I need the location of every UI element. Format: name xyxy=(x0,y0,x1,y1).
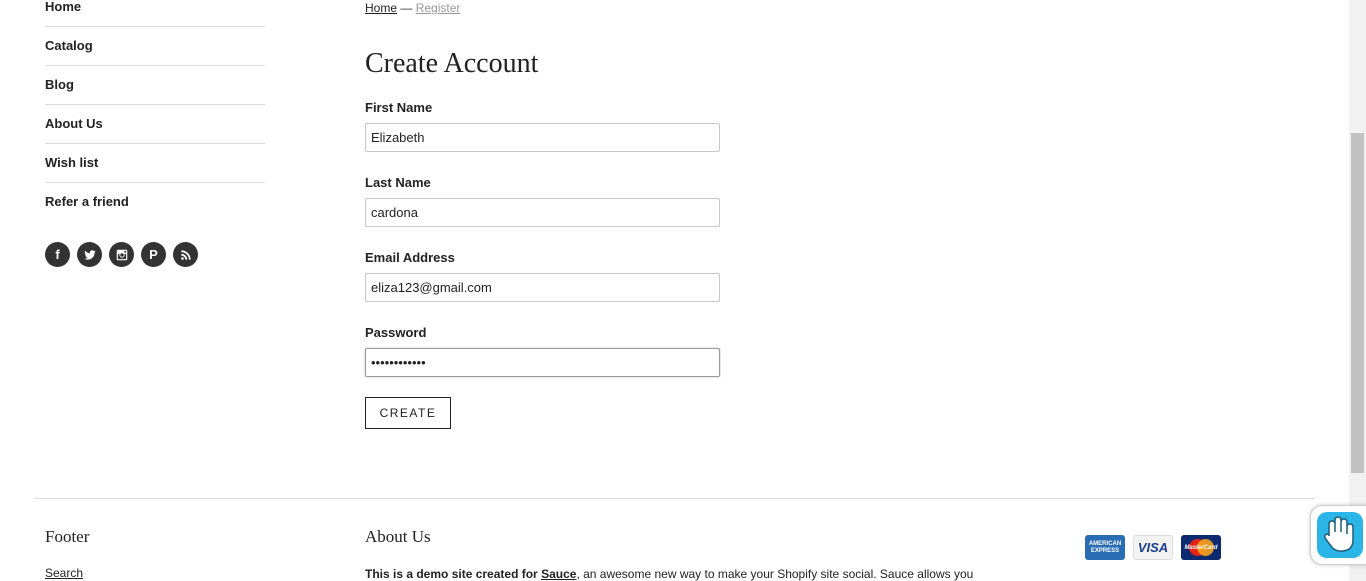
sidebar-item-refer-a-friend[interactable]: Refer a friend xyxy=(45,183,265,221)
breadcrumb: Home — Register xyxy=(365,1,460,15)
sidebar-item-blog[interactable]: Blog xyxy=(45,66,265,105)
payment-methods: AMERICAN EXPRESS VISA MasterCard xyxy=(1085,535,1221,560)
footer-search-link[interactable]: Search xyxy=(45,566,83,580)
pinterest-icon[interactable]: P xyxy=(141,242,166,267)
footer-sauce-link[interactable]: Sauce xyxy=(541,567,576,581)
breadcrumb-separator: — xyxy=(400,1,413,15)
social-links: f P xyxy=(45,242,198,267)
sidebar-item-about-us[interactable]: About Us xyxy=(45,105,265,144)
mastercard-icon: MasterCard xyxy=(1181,535,1221,560)
rss-icon[interactable] xyxy=(173,242,198,267)
instagram-icon[interactable] xyxy=(109,242,134,267)
first-name-field[interactable] xyxy=(365,123,720,152)
footer-about-heading: About Us xyxy=(365,527,431,546)
footer-divider xyxy=(34,498,1315,499)
first-name-label: First Name xyxy=(365,100,433,115)
footer-heading: Footer xyxy=(45,527,90,546)
sidebar-item-catalog[interactable]: Catalog xyxy=(45,27,265,66)
accessibility-hand-icon xyxy=(1324,516,1354,552)
last-name-label: Last Name xyxy=(365,175,431,190)
page-scrollbar[interactable] xyxy=(1349,0,1366,581)
sidebar-item-wish-list[interactable]: Wish list xyxy=(45,144,265,183)
accessibility-widget-button[interactable] xyxy=(1310,505,1366,565)
sidebar-item-home[interactable]: Home xyxy=(45,0,265,27)
password-label: Password xyxy=(365,325,427,340)
visa-icon: VISA xyxy=(1133,535,1173,560)
breadcrumb-current[interactable]: Register xyxy=(416,1,461,15)
page-title: Create Account xyxy=(365,48,539,79)
footer-about-suffix: , an awesome new way to make your Shopif… xyxy=(576,567,974,581)
footer-about-prefix: This is a demo site created for xyxy=(365,567,538,581)
amex-icon: AMERICAN EXPRESS xyxy=(1085,535,1125,560)
last-name-field[interactable] xyxy=(365,198,720,227)
breadcrumb-home-link[interactable]: Home xyxy=(365,1,397,15)
sidebar-nav: Home Catalog Blog About Us Wish list Ref… xyxy=(45,0,265,221)
facebook-icon[interactable]: f xyxy=(45,242,70,267)
create-button[interactable]: CREATE xyxy=(365,397,451,429)
twitter-icon[interactable] xyxy=(77,242,102,267)
footer-about-text: This is a demo site created for Sauce, a… xyxy=(365,567,973,581)
email-label: Email Address xyxy=(365,250,455,265)
email-field[interactable] xyxy=(365,273,720,302)
password-field[interactable] xyxy=(365,348,720,377)
scrollbar-thumb[interactable] xyxy=(1351,133,1364,473)
